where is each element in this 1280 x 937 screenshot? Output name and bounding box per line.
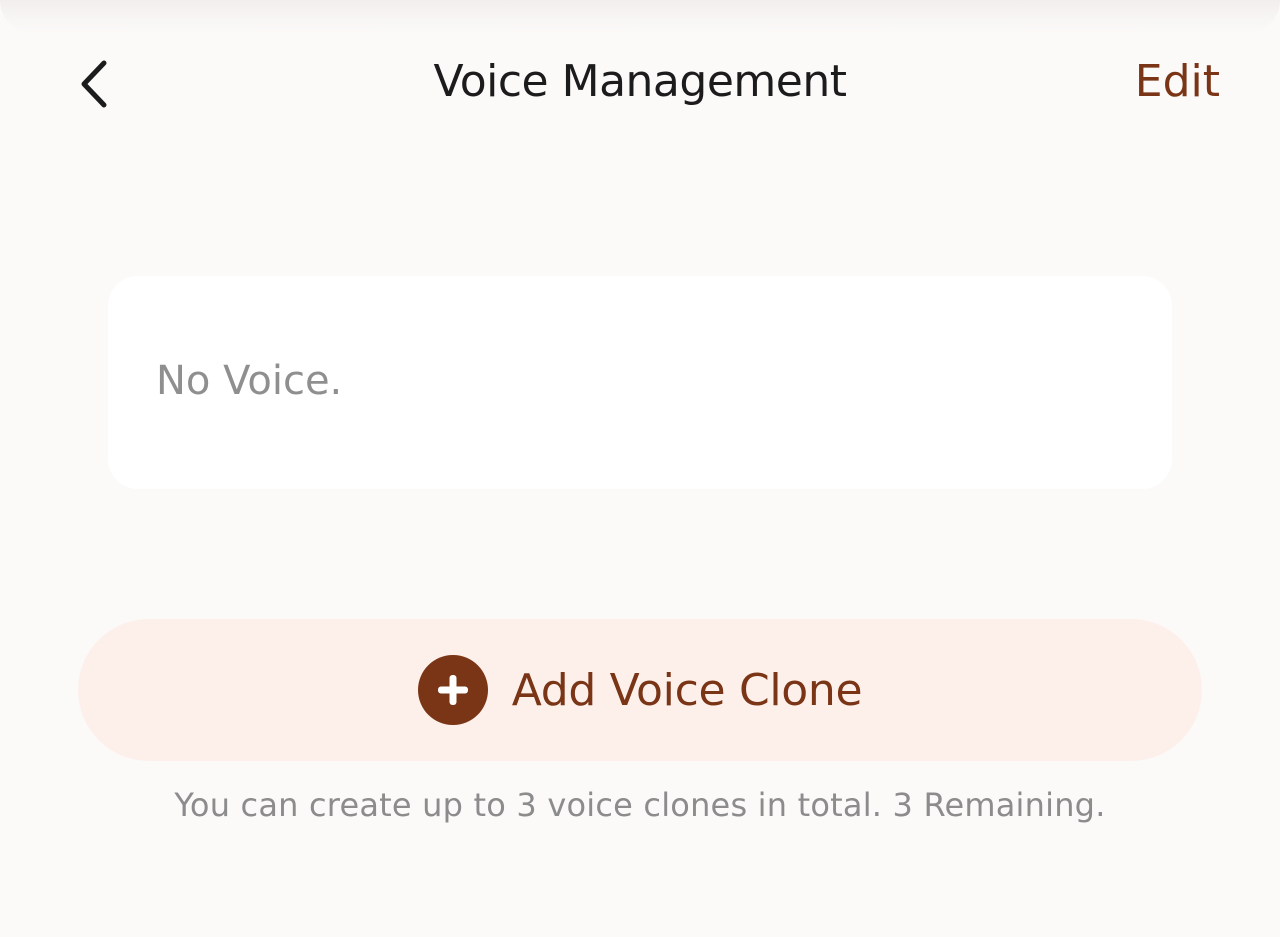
voice-clone-limit-hint: You can create up to 3 voice clones in t… xyxy=(174,786,1106,824)
header-bar: Voice Management Edit xyxy=(0,44,1280,124)
edit-button[interactable]: Edit xyxy=(1135,56,1220,107)
add-voice-clone-button[interactable]: Add Voice Clone xyxy=(78,619,1202,761)
top-edge-shadow xyxy=(0,0,1280,34)
plus-circle-icon xyxy=(417,655,488,725)
voice-list-card: No Voice. xyxy=(108,276,1172,489)
add-voice-clone-label: Add Voice Clone xyxy=(511,664,863,716)
empty-state-text: No Voice. xyxy=(156,358,343,404)
page-title: Voice Management xyxy=(433,56,847,107)
